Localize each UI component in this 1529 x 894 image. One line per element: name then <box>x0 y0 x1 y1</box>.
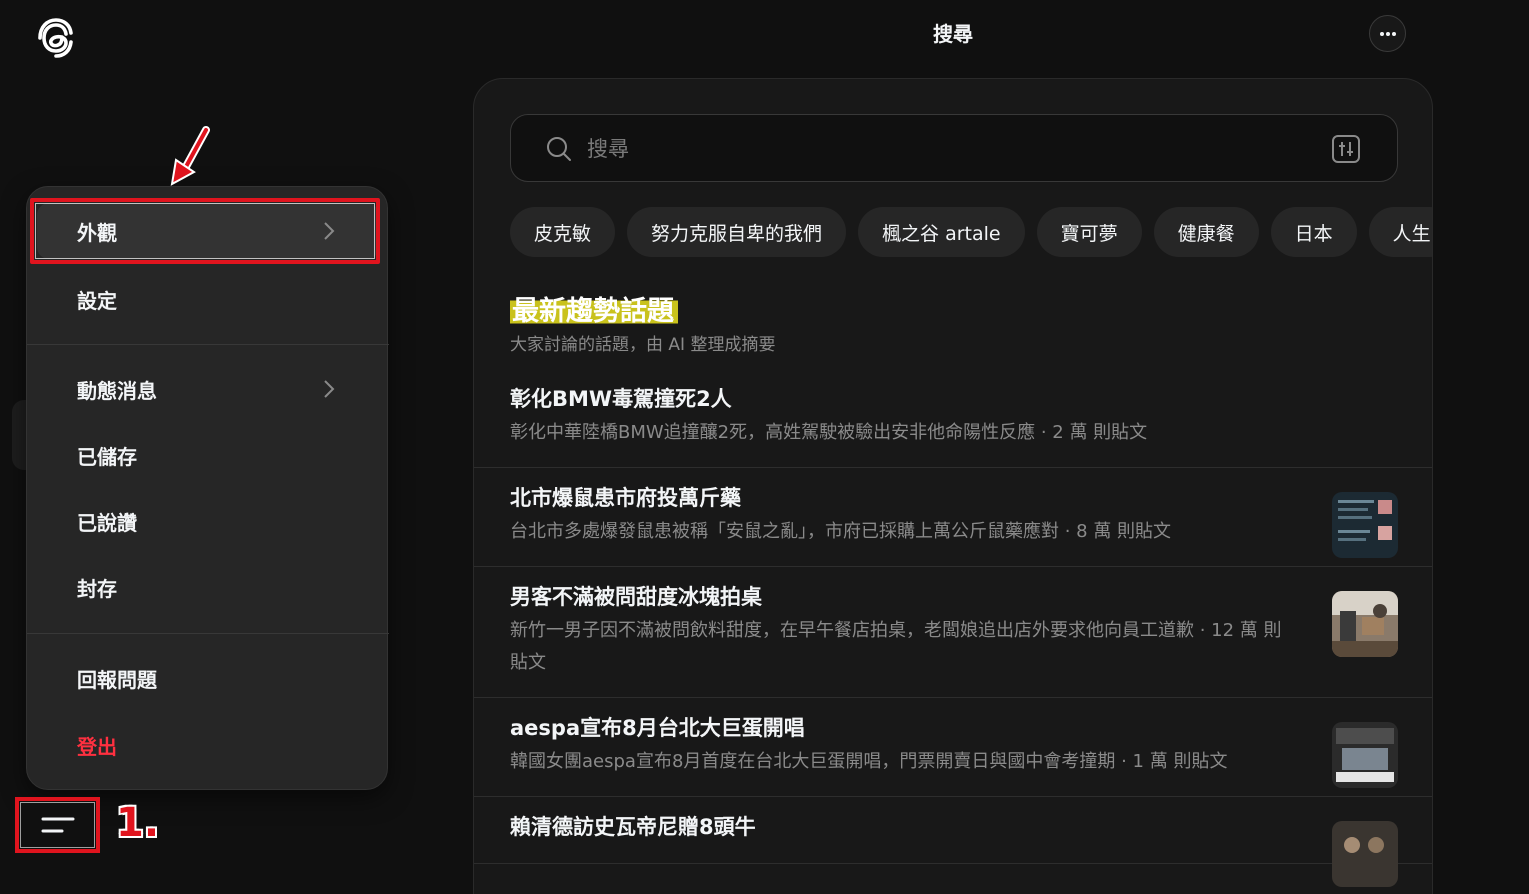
trending-item-title: 彰化BMW毒駕撞死2人 <box>510 387 732 411</box>
menu-item-archive[interactable]: 封存 <box>37 559 379 615</box>
topic-chip[interactable]: 皮克敏 <box>510 207 616 257</box>
menu-item-label: 已說讚 <box>77 510 137 535</box>
search-panel: 皮克敏 努力克服自卑的我們 楓之谷 artale 寶可夢 健康餐 日本 人生 最… <box>473 78 1433 894</box>
topic-chips: 皮克敏 努力克服自卑的我們 楓之谷 artale 寶可夢 健康餐 日本 人生 <box>510 207 1432 257</box>
menu-item-appearance[interactable]: 外觀 <box>37 203 379 259</box>
menu-item-report-problem[interactable]: 回報問題 <box>37 650 379 706</box>
annotation-step-label: 1. <box>116 800 160 846</box>
search-icon <box>547 137 571 161</box>
trending-header: 最新趨勢話題 大家討論的話題，由 AI 整理成摘要 <box>510 289 775 355</box>
trending-item-desc: 新竹一男子因不滿被問飲料甜度，在早午餐店拍桌，老闆娘追出店外要求他向員工道歉 ·… <box>510 620 1282 673</box>
menu-item-label: 已儲存 <box>77 444 137 469</box>
menu-icon <box>41 817 74 833</box>
menu-divider <box>27 633 389 634</box>
topic-chip[interactable]: 人生 <box>1368 207 1432 257</box>
menu-item-liked[interactable]: 已說讚 <box>37 493 379 549</box>
trending-item[interactable]: aespa宣布8月台北大巨蛋開唱 韓國女團aespa宣布8月首度在台北大巨蛋開唱… <box>474 698 1432 797</box>
trending-item[interactable]: 賴清德訪史瓦帝尼贈8頭牛 <box>474 797 1432 887</box>
trending-item-title: 男客不滿被問甜度冰塊拍桌 <box>510 585 762 609</box>
search-input[interactable] <box>587 129 1307 169</box>
more-options-button[interactable] <box>1369 15 1406 52</box>
trending-item-desc: 韓國女團aespa宣布8月首度在台北大巨蛋開唱，門票開賣日與國中會考撞期 · 1… <box>510 751 1228 772</box>
page-title: 搜尋 <box>933 22 973 46</box>
threads-logo-icon[interactable] <box>30 12 82 64</box>
topic-chip[interactable]: 寶可夢 <box>1036 207 1142 257</box>
topic-chip[interactable]: 健康餐 <box>1153 207 1259 257</box>
page-title-wrapper: 搜尋 <box>0 18 1529 47</box>
trending-list: 彰化BMW毒駕撞死2人 彰化中華陸橋BMW追撞釀2死，高姓駕駛被驗出安非他命陽性… <box>474 369 1432 887</box>
trending-item[interactable]: 男客不滿被問甜度冰塊拍桌 新竹一男子因不滿被問飲料甜度，在早午餐店拍桌，老闆娘追… <box>474 567 1432 698</box>
threads-app: 搜尋 皮克敏 努力克服自卑的我們 楓之谷 <box>0 0 1529 894</box>
menu-item-label: 回報問題 <box>77 667 157 692</box>
menu-item-label: 動態消息 <box>77 378 157 403</box>
trending-thumbnail <box>1332 821 1398 887</box>
trending-item-desc: 彰化中華陸橋BMW追撞釀2死，高姓駕駛被驗出安非他命陽性反應 · 2 萬 則貼文 <box>510 422 1148 443</box>
annotation-arrow-icon <box>170 126 210 186</box>
menu-item-feeds[interactable]: 動態消息 <box>37 361 379 417</box>
trending-item[interactable]: 彰化BMW毒駕撞死2人 彰化中華陸橋BMW追撞釀2死，高姓駕駛被驗出安非他命陽性… <box>474 369 1432 468</box>
topic-chip[interactable]: 楓之谷 artale <box>858 207 1025 257</box>
topic-chip[interactable]: 努力克服自卑的我們 <box>627 207 847 257</box>
trending-item-title: 北市爆鼠患市府投萬斤藥 <box>510 486 741 510</box>
search-bar[interactable] <box>510 114 1398 182</box>
menu-item-label: 封存 <box>77 576 117 601</box>
trending-title: 最新趨勢話題 <box>510 289 678 328</box>
trending-item[interactable]: 北市爆鼠患市府投萬斤藥 台北市多處爆發鼠患被稱「安鼠之亂」，市府已採購上萬公斤鼠… <box>474 468 1432 567</box>
more-horizontal-icon <box>1379 31 1396 36</box>
trending-item-title: 賴清德訪史瓦帝尼贈8頭牛 <box>510 815 756 839</box>
filter-icon[interactable] <box>1331 134 1361 164</box>
trending-thumbnail <box>1332 591 1398 657</box>
menu-item-label: 設定 <box>77 288 117 313</box>
menu-divider <box>27 344 389 345</box>
chevron-right-icon <box>324 380 335 398</box>
menu-item-settings[interactable]: 設定 <box>37 271 379 327</box>
trending-thumbnail <box>1332 492 1398 558</box>
menu-item-label: 登出 <box>77 734 117 759</box>
trending-item-title: aespa宣布8月台北大巨蛋開唱 <box>510 716 805 740</box>
trending-item-desc: 台北市多處爆發鼠患被稱「安鼠之亂」，市府已採購上萬公斤鼠藥應對 · 8 萬 則貼… <box>510 521 1172 542</box>
settings-menu: 外觀 設定 動態消息 已儲存 已說讚 封存 回報問題 登出 <box>26 186 389 790</box>
menu-item-saved[interactable]: 已儲存 <box>37 427 379 483</box>
chevron-right-icon <box>324 222 335 240</box>
menu-item-label: 外觀 <box>77 220 117 245</box>
topic-chip[interactable]: 日本 <box>1270 207 1357 257</box>
trending-thumbnail <box>1332 722 1398 788</box>
trending-subtitle: 大家討論的話題，由 AI 整理成摘要 <box>510 335 776 355</box>
menu-item-logout[interactable]: 登出 <box>37 717 379 773</box>
menu-button[interactable] <box>15 797 100 853</box>
